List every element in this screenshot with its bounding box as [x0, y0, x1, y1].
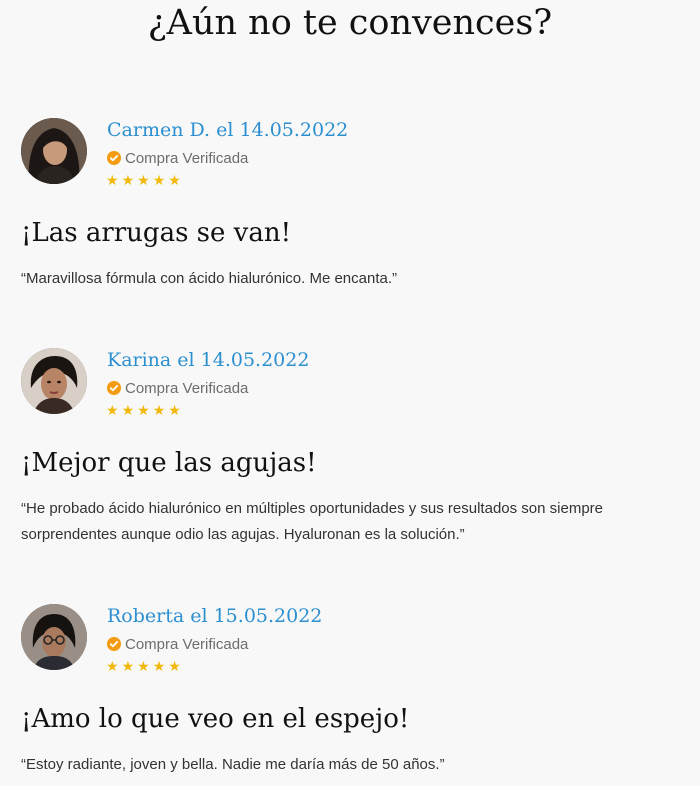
star-icon: ★: [106, 659, 119, 675]
review-header: Carmen D. el 14.05.2022 Compra Verificad…: [0, 118, 700, 218]
review-author: Karina el 14.05.2022: [107, 349, 310, 371]
review-item: Roberta el 15.05.2022 Compra Verificada …: [0, 604, 700, 773]
star-icon: ★: [152, 173, 166, 189]
star-icon: ★: [121, 173, 135, 189]
star-icon: ★: [137, 659, 150, 675]
star-icon: ★: [168, 403, 181, 419]
review-header: Karina el 14.05.2022 Compra Verificada ★…: [0, 348, 700, 448]
review-item: Carmen D. el 14.05.2022 Compra Verificad…: [0, 118, 700, 287]
avatar: [21, 348, 87, 414]
star-rating: ★ ★ ★ ★ ★: [106, 659, 181, 675]
star-icon: ★: [137, 403, 150, 419]
star-icon: ★: [152, 403, 166, 419]
verified-badge: Compra Verificada: [107, 378, 248, 398]
verified-label: Compra Verificada: [125, 635, 249, 653]
review-author: Roberta el 15.05.2022: [107, 605, 323, 627]
review-text: “He probado ácido hialurónico en múltipl…: [21, 500, 603, 543]
star-icon: ★: [106, 173, 119, 189]
review-author: Carmen D. el 14.05.2022: [107, 119, 349, 141]
review-text: “Maravillosa fórmula con ácido hialuróni…: [21, 270, 398, 287]
avatar: [21, 604, 87, 670]
verified-check-icon: [107, 381, 121, 395]
review-item: Karina el 14.05.2022 Compra Verificada ★…: [0, 348, 700, 543]
verified-label: Compra Verificada: [125, 379, 249, 397]
review-header: Roberta el 15.05.2022 Compra Verificada …: [0, 604, 700, 704]
review-title: ¡Las arrugas se van!: [21, 218, 292, 248]
review-text: “Estoy radiante, joven y bella. Nadie me…: [21, 756, 445, 773]
verified-check-icon: [107, 637, 121, 651]
star-icon: ★: [121, 403, 135, 419]
star-icon: ★: [121, 659, 135, 675]
verified-check-icon: [107, 151, 121, 165]
star-icon: ★: [168, 659, 181, 675]
star-icon: ★: [137, 173, 150, 189]
star-icon: ★: [152, 659, 166, 675]
page-title: ¿Aún no te convences?: [147, 3, 553, 43]
star-rating: ★ ★ ★ ★ ★: [106, 173, 181, 189]
star-rating: ★ ★ ★ ★ ★: [106, 403, 181, 419]
star-icon: ★: [106, 403, 119, 419]
avatar: [21, 118, 87, 184]
verified-badge: Compra Verificada: [107, 634, 248, 654]
verified-badge: Compra Verificada: [107, 148, 248, 168]
star-icon: ★: [168, 173, 181, 189]
review-title: ¡Amo lo que veo en el espejo!: [21, 704, 410, 734]
verified-label: Compra Verificada: [125, 149, 249, 167]
review-title: ¡Mejor que las agujas!: [21, 448, 317, 478]
